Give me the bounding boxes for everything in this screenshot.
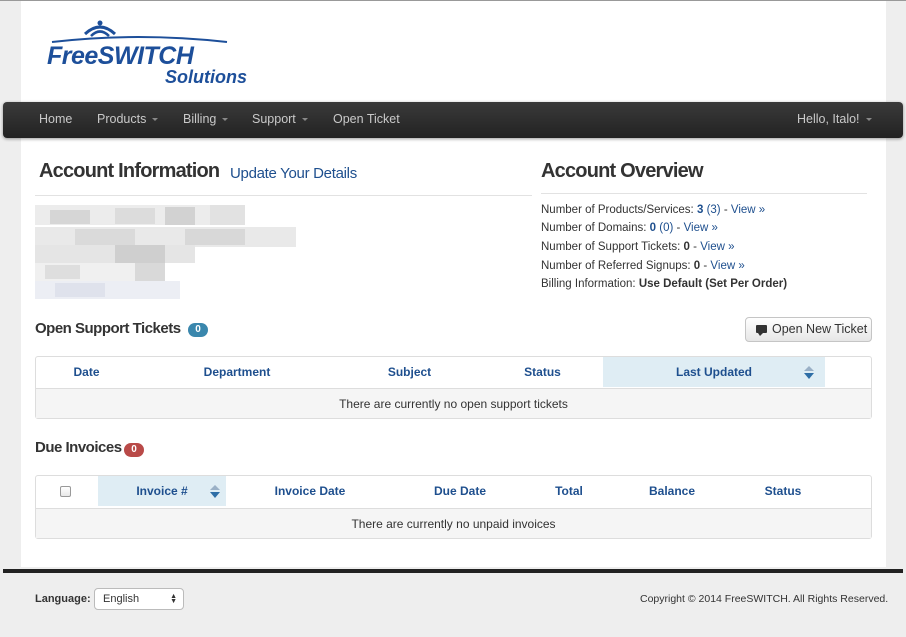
col-last-updated[interactable]: Last Updated — [603, 357, 825, 387]
account-info-heading: Account Information — [39, 160, 220, 182]
col-department[interactable]: Department — [137, 357, 337, 387]
main-navbar: Home Products Billing Support Open Ticke… — [3, 102, 903, 138]
col-invoice-number[interactable]: Invoice # — [98, 476, 226, 506]
language-select[interactable]: English ▲ ▼ — [94, 588, 184, 610]
overview-tickets: Number of Support Tickets: 0 - View » — [541, 241, 735, 253]
col-status[interactable]: Status — [482, 357, 603, 387]
open-new-ticket-button[interactable]: Open New Ticket — [745, 317, 872, 342]
col-total[interactable]: Total — [526, 476, 612, 506]
chevron-down-icon — [865, 118, 872, 122]
overview-domains: Number of Domains: 0 (0) - View » — [541, 222, 718, 234]
col-last-updated-label: Last Updated — [675, 365, 752, 379]
col-subject[interactable]: Subject — [337, 357, 482, 387]
overview-billing: Billing Information: Use Default (Set Pe… — [541, 278, 788, 290]
nav-support[interactable]: Support — [252, 102, 308, 138]
brand-logo[interactable]: FreeSWITCH Solutions — [47, 18, 277, 90]
sort-icon — [210, 485, 220, 499]
invoices-empty-message: There are currently no unpaid invoices — [36, 508, 871, 538]
comment-icon — [756, 325, 767, 336]
chevron-down-icon — [301, 118, 308, 122]
sort-icon — [804, 366, 814, 380]
divider — [35, 195, 532, 196]
nav-home-label: Home — [39, 112, 73, 126]
col-balance[interactable]: Balance — [612, 476, 732, 506]
overview-products: Number of Products/Services: 3 (3) - Vie… — [541, 204, 766, 216]
nav-products[interactable]: Products — [97, 102, 159, 138]
col-status[interactable]: Status — [732, 476, 834, 506]
redacted-address — [35, 205, 296, 300]
footer-divider — [3, 569, 903, 573]
language-selected-value: English — [103, 593, 140, 605]
products-count-link[interactable]: (3) — [707, 204, 721, 216]
overview-referrals: Number of Referred Signups: 0 - View » — [541, 260, 745, 272]
select-all-checkbox[interactable] — [60, 486, 71, 497]
referrals-view-link[interactable]: View » — [710, 260, 744, 272]
tickets-empty-message: There are currently no open support tick… — [36, 388, 871, 418]
language-label: Language: — [35, 593, 91, 605]
account-overview-heading: Account Overview — [541, 160, 704, 182]
col-invoice-number-label: Invoice # — [136, 484, 188, 498]
user-greeting: Hello, Italo! — [797, 112, 860, 126]
nav-billing-label: Billing — [183, 112, 217, 126]
select-arrows-icon: ▲ ▼ — [170, 593, 177, 605]
nav-open-ticket-label: Open Ticket — [333, 112, 400, 126]
logo-subtitle: Solutions — [165, 67, 247, 87]
update-details-link[interactable]: Update Your Details — [230, 165, 357, 182]
tickets-table: Date Department Subject Status Last Upda… — [35, 356, 872, 419]
nav-open-ticket[interactable]: Open Ticket — [333, 102, 400, 138]
chevron-down-icon — [152, 118, 159, 122]
due-invoices-heading: Due Invoices — [35, 439, 122, 456]
invoices-count-badge: 0 — [124, 443, 144, 457]
chevron-down-icon — [222, 118, 229, 122]
col-due-date[interactable]: Due Date — [394, 476, 526, 506]
invoices-table: Invoice # Invoice Date Due Date Total Ba… — [35, 475, 872, 539]
products-view-link[interactable]: View » — [731, 204, 765, 216]
tickets-count-badge: 0 — [188, 323, 208, 337]
nav-support-label: Support — [252, 112, 296, 126]
col-invoice-date[interactable]: Invoice Date — [226, 476, 394, 506]
open-new-ticket-label: Open New Ticket — [772, 322, 868, 336]
nav-home[interactable]: Home — [39, 102, 72, 138]
user-menu[interactable]: Hello, Italo! — [797, 102, 872, 138]
copyright-text: Copyright © 2014 FreeSWITCH. All Rights … — [640, 593, 889, 605]
domains-view-link[interactable]: View » — [684, 222, 718, 234]
divider — [541, 193, 867, 194]
nav-billing[interactable]: Billing — [183, 102, 229, 138]
nav-products-label: Products — [97, 112, 147, 126]
col-date[interactable]: Date — [36, 357, 137, 387]
domains-count-link[interactable]: (0) — [659, 222, 673, 234]
tickets-view-link[interactable]: View » — [700, 241, 734, 253]
open-tickets-heading: Open Support Tickets — [35, 320, 181, 337]
